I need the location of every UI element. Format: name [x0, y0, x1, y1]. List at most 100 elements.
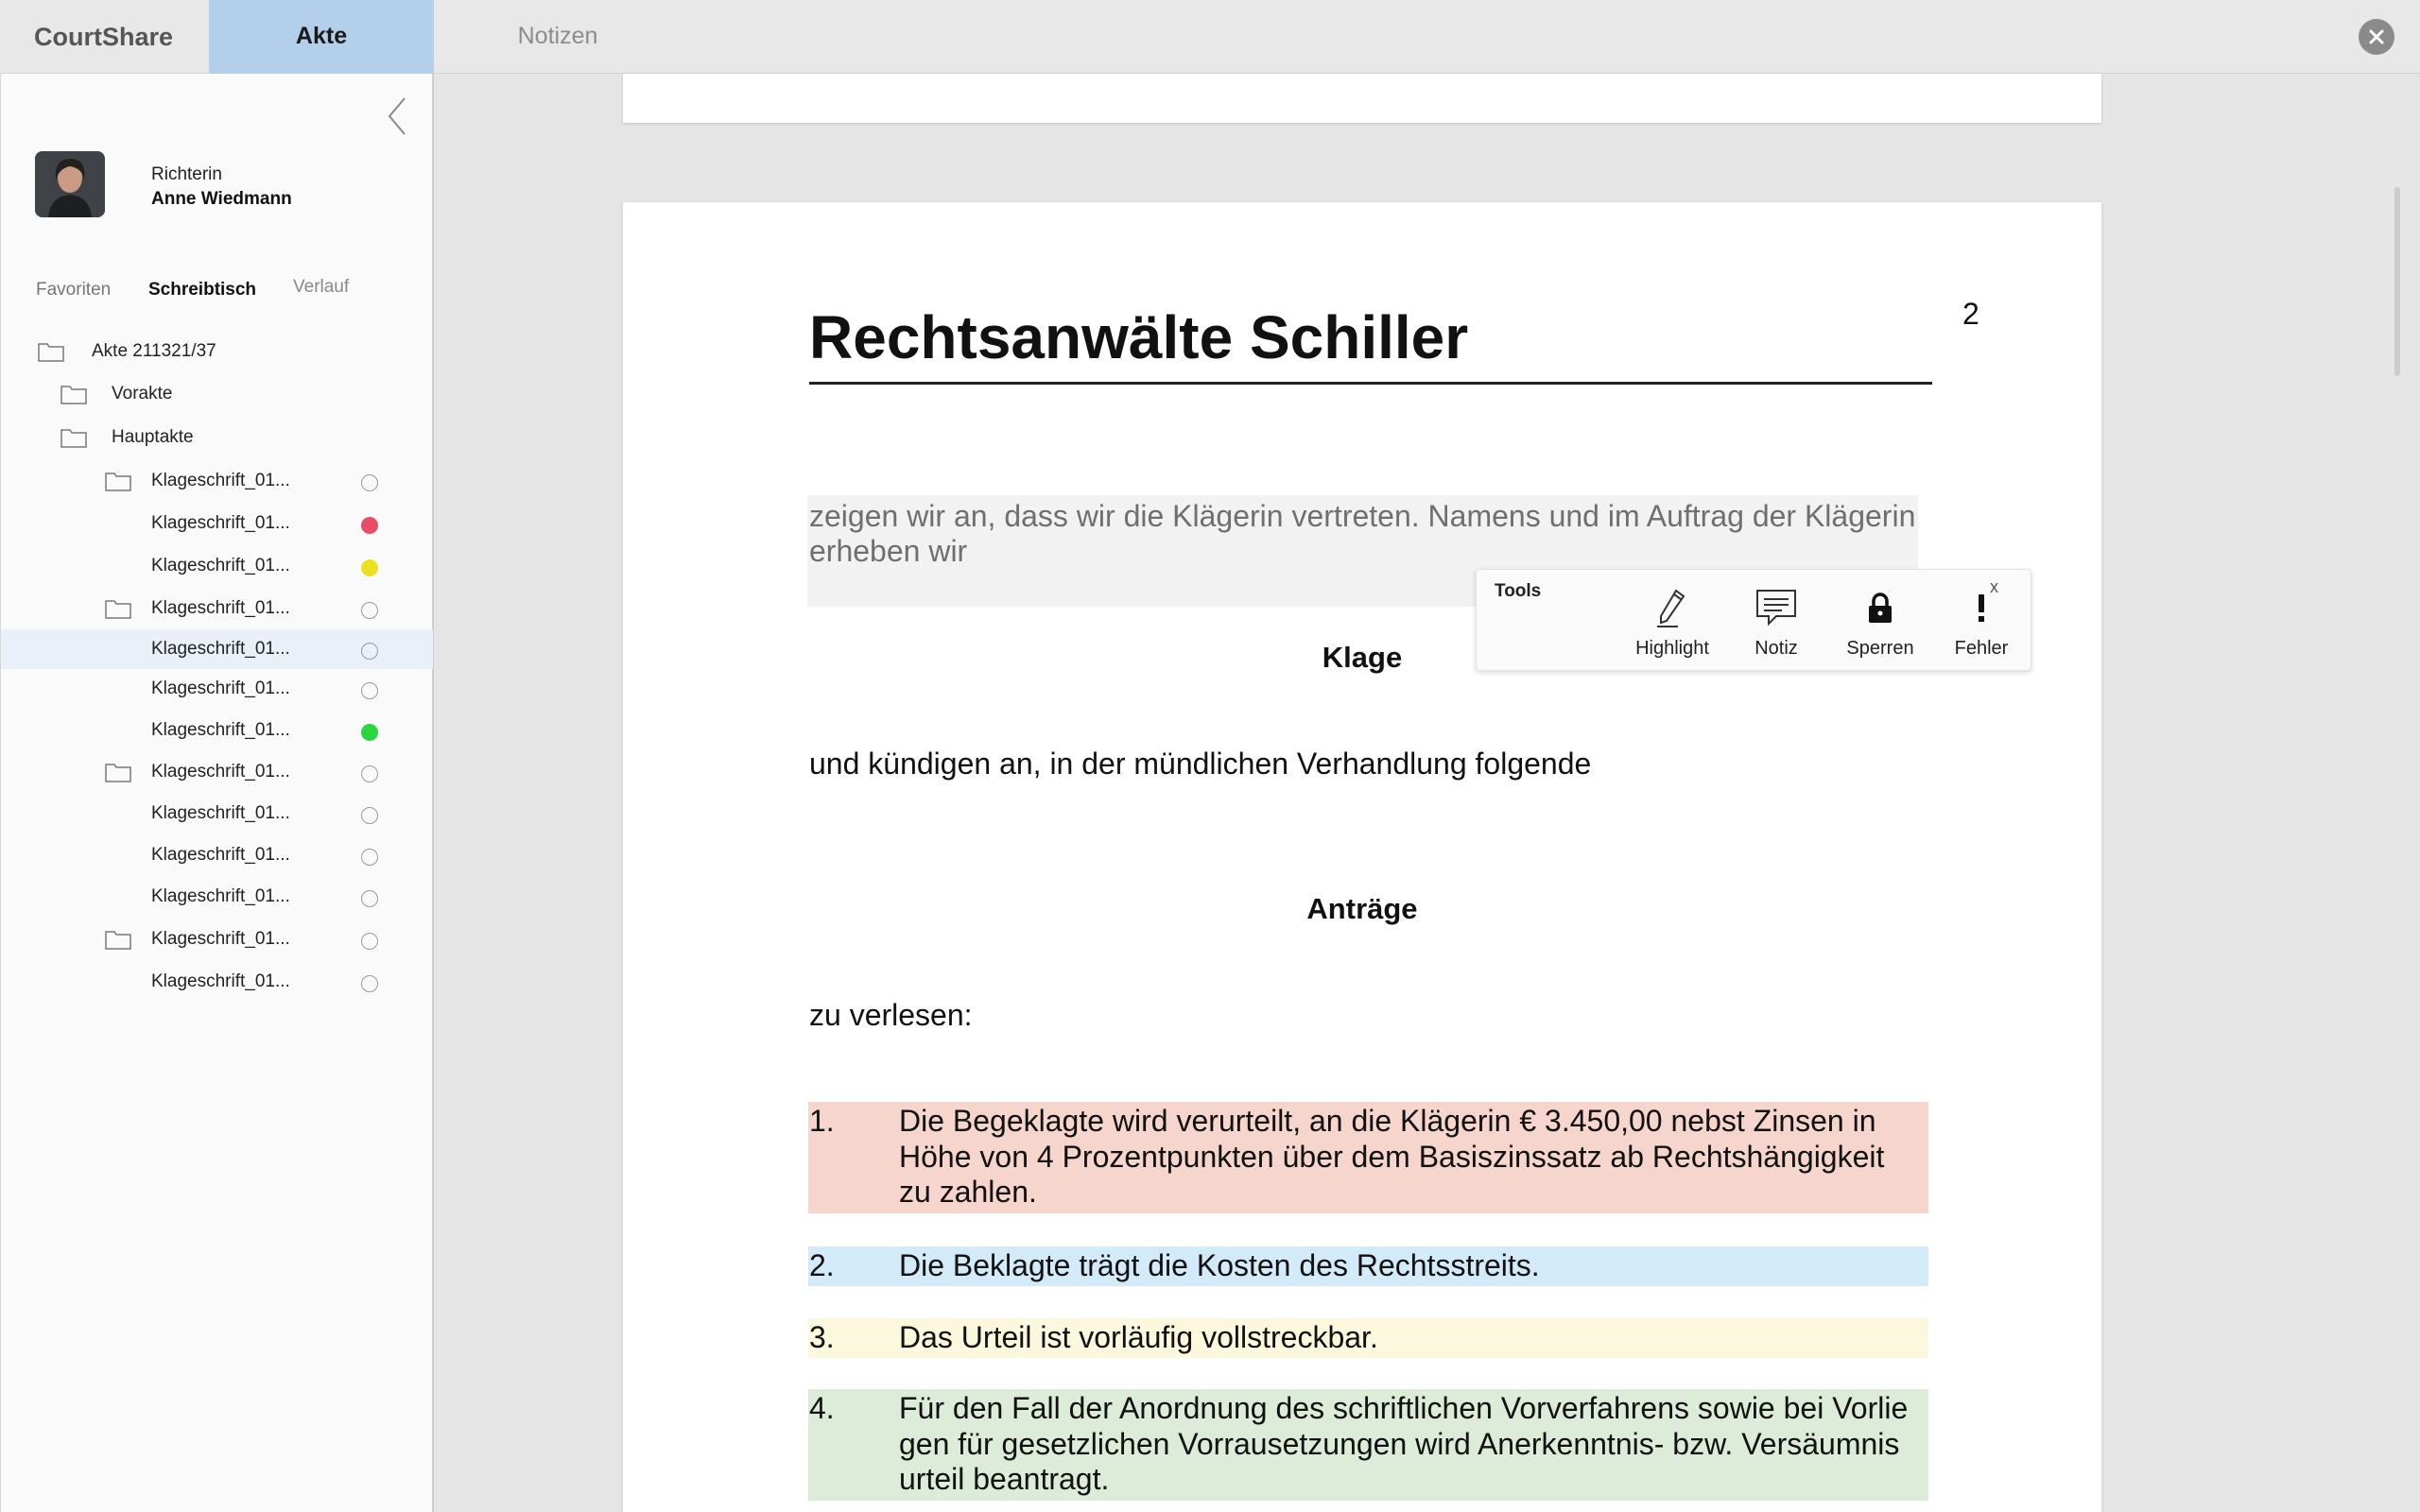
tree-item-label: Klageschrift_01...	[151, 679, 290, 698]
tree-item-selected[interactable]: Klageschrift_01...	[1, 629, 433, 669]
request-number: 2.	[809, 1248, 835, 1282]
comment-icon	[1756, 590, 1796, 627]
folder-icon	[38, 343, 64, 362]
folder-icon	[105, 931, 131, 950]
folder-icon	[105, 472, 131, 491]
tree-item-label: Klageschrift_01...	[151, 639, 290, 659]
status-dot-yellow[interactable]	[361, 559, 378, 576]
tree-item-label: Klageschrift_01...	[151, 886, 290, 906]
tab-akte[interactable]: Akte	[209, 0, 434, 74]
request-text: Die Beklagte trägt die Kosten des Rechts…	[899, 1248, 1540, 1282]
status-dot[interactable]	[361, 643, 378, 660]
tab-notizen[interactable]: Notizen	[434, 0, 682, 74]
tool-label: Fehler	[1954, 638, 2009, 659]
tree-item-vorakte[interactable]: Vorakte	[1, 374, 433, 414]
tree-item[interactable]: Klageschrift_01...	[1, 919, 433, 959]
tree-item-akte[interactable]: Akte 211321/37	[1, 332, 433, 371]
page-number: 2	[1962, 297, 1979, 331]
user-name: Anne Wiedmann	[151, 189, 292, 209]
tree-item-label: Klageschrift_01...	[151, 803, 290, 823]
status-dot[interactable]	[361, 807, 378, 824]
tree-item[interactable]: Klageschrift_01...	[1, 835, 433, 875]
tree-item-label: Klageschrift_01...	[151, 971, 290, 991]
tree-item[interactable]: Klageschrift_01...	[1, 669, 433, 709]
folder-icon	[60, 429, 87, 448]
tree-item[interactable]: Klageschrift_01...	[1, 504, 433, 543]
status-dot-green[interactable]	[361, 724, 378, 741]
status-dot-red[interactable]	[361, 517, 378, 534]
read-text: zu verlesen:	[809, 998, 973, 1032]
document-title: Rechtsanwälte Schiller	[809, 303, 1469, 371]
tree-item[interactable]: Klageschrift_01...	[1, 711, 433, 750]
tree-item-label: Klageschrift_01...	[151, 762, 290, 782]
announce-text: und kündigen an, in der mündlichen Verha…	[809, 747, 1592, 781]
folder-icon	[105, 764, 131, 782]
close-icon	[2369, 29, 2384, 44]
folder-icon	[60, 386, 87, 404]
request-text: Für den Fall der Anordnung des schriftli…	[899, 1391, 1909, 1496]
tree-item[interactable]: Klageschrift_01...	[1, 589, 433, 628]
status-dot[interactable]	[361, 849, 378, 866]
collapse-sidebar-button[interactable]	[386, 94, 408, 138]
request-text: Das Urteil ist vorläufig vollstreckbar.	[899, 1320, 1378, 1354]
user-portrait-icon	[35, 151, 105, 217]
title-rule	[809, 382, 1932, 385]
tree-item[interactable]: Klageschrift_01...	[1, 877, 433, 917]
tree-item[interactable]: Klageschrift_01...	[1, 794, 433, 833]
sperren-tool-button[interactable]: Sperren	[1824, 585, 1937, 660]
tree-item[interactable]: Klageschrift_01...	[1, 546, 433, 586]
pen-icon	[1657, 589, 1685, 627]
avatar	[35, 151, 105, 217]
exclamation-icon	[1979, 594, 1984, 622]
request-item[interactable]: 1. Die Begeklagte wird verurteilt, an di…	[808, 1102, 1928, 1213]
user-role: Richterin	[151, 164, 222, 184]
tree-item-label: Klageschrift_01...	[151, 720, 290, 740]
request-number: 4.	[809, 1391, 835, 1425]
highlight-tool-button[interactable]: Highlight	[1616, 585, 1729, 660]
status-dot[interactable]	[361, 975, 378, 992]
folder-icon	[105, 600, 131, 619]
tree-item-label: Klageschrift_01...	[151, 471, 290, 490]
status-dot[interactable]	[361, 933, 378, 950]
tab-schreibtisch[interactable]: Schreibtisch	[148, 280, 256, 301]
request-item[interactable]: 3. Das Urteil ist vorläufig vollstreckba…	[808, 1318, 1928, 1358]
tree-item[interactable]: Klageschrift_01...	[1, 461, 433, 501]
status-dot[interactable]	[361, 474, 378, 491]
status-dot[interactable]	[361, 682, 378, 699]
close-button[interactable]	[2359, 19, 2394, 55]
document-page: 2 Rechtsanwälte Schiller zeigen wir an, …	[623, 202, 2101, 1512]
tree-item-label: Klageschrift_01...	[151, 513, 290, 533]
status-dot[interactable]	[361, 765, 378, 782]
request-text: Die Begeklagte wird verurteilt, an die K…	[899, 1104, 1885, 1209]
scrollbar-thumb[interactable]	[2394, 187, 2400, 376]
tree-item[interactable]: Klageschrift_01...	[1, 752, 433, 792]
tree-item-label: Klageschrift_01...	[151, 598, 290, 618]
tree-item-hauptakte[interactable]: Hauptakte	[1, 418, 433, 457]
status-dot[interactable]	[361, 602, 378, 619]
tree-item-label: Vorakte	[112, 384, 173, 404]
tool-label: Highlight	[1635, 638, 1709, 659]
request-item[interactable]: 4. Für den Fall der Anordnung des schrif…	[808, 1389, 1928, 1501]
lock-icon	[1869, 593, 1892, 623]
previous-page	[623, 74, 2101, 123]
heading-antraege: Anträge	[1306, 892, 1418, 925]
tool-label: Notiz	[1754, 638, 1798, 659]
tree-item-label: Akte 211321/37	[92, 341, 216, 361]
app-brand: CourtShare	[34, 23, 174, 51]
tool-label: Sperren	[1846, 638, 1914, 659]
tree-item-label: Klageschrift_01...	[151, 556, 290, 576]
request-item[interactable]: 2. Die Beklagte trägt die Kosten des Rec…	[808, 1246, 1928, 1286]
tab-favoriten[interactable]: Favoriten	[36, 280, 111, 301]
tree-item-label: Klageschrift_01...	[151, 929, 290, 949]
status-dot[interactable]	[361, 890, 378, 907]
tree-item-label: Klageschrift_01...	[151, 845, 290, 865]
request-number: 3.	[809, 1320, 835, 1354]
tools-popup: Tools x Highlight Notiz Sperren Fehler	[1476, 569, 2031, 671]
fehler-tool-button[interactable]: Fehler	[1925, 585, 2038, 660]
tree-item-label: Hauptakte	[112, 427, 194, 447]
tree-item[interactable]: Klageschrift_01...	[1, 962, 433, 1002]
sidebar: Richterin Anne Wiedmann Favoriten Schrei…	[0, 74, 434, 1512]
intro-text: zeigen wir an, dass wir die Klägerin ver…	[809, 499, 1916, 568]
notiz-tool-button[interactable]: Notiz	[1720, 585, 1833, 660]
tab-verlauf[interactable]: Verlauf	[293, 277, 349, 298]
